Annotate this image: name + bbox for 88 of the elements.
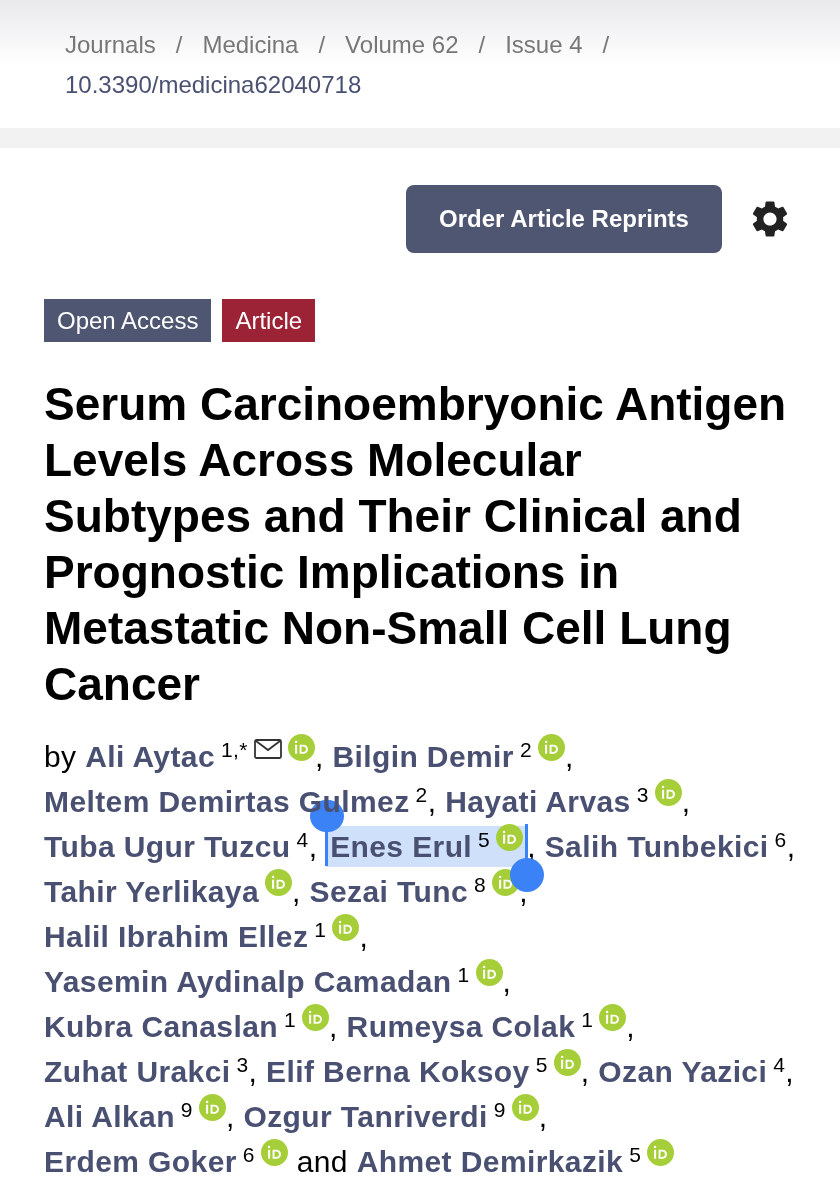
separator-text: , [681, 785, 691, 818]
separator-text: , [626, 1010, 636, 1043]
by-label: by [44, 740, 77, 773]
affiliation-number: 9 [493, 1097, 506, 1121]
breadcrumb-link[interactable]: Volume 62 [345, 28, 459, 62]
email-icon[interactable] [253, 739, 282, 759]
order-reprints-button[interactable]: Order Article Reprints [406, 185, 722, 253]
author-link[interactable]: Sezai Tunc [309, 875, 469, 908]
affiliation-number: 8 [474, 872, 487, 896]
orcid-icon[interactable] [654, 779, 682, 806]
orcid-icon[interactable] [287, 734, 315, 761]
author-link[interactable]: Kubra Canaslan [44, 1010, 278, 1043]
conjunction-text: and [296, 1145, 348, 1178]
breadcrumb-link[interactable]: Medicina [202, 28, 299, 62]
author-link[interactable]: Ahmet Demirkazik [356, 1145, 624, 1178]
author-link[interactable]: Yasemin Aydinalp Camadan [44, 965, 452, 998]
orcid-icon[interactable] [553, 1049, 581, 1076]
author-link[interactable]: Meltem Demirtas Gulmez [44, 785, 410, 818]
author-link[interactable]: Erdem Goker [44, 1145, 237, 1178]
author-link[interactable]: Rumeysa Colak [346, 1010, 576, 1043]
separator-text: , [308, 830, 318, 863]
affiliation-number: 5 [478, 827, 491, 851]
affiliation-number: 3 [636, 782, 649, 806]
orcid-icon[interactable] [260, 1139, 288, 1166]
separator-text: , [292, 875, 301, 908]
separator-text: , [248, 1055, 258, 1088]
author-link[interactable]: Tuba Ugur Tuzcu [44, 830, 291, 863]
separator-text: , [565, 740, 574, 773]
author-link[interactable]: Tahir Yerlikaya [44, 875, 260, 908]
separator-text: , [427, 785, 437, 818]
separator-text: , [359, 920, 369, 953]
author-link[interactable]: Ozan Yazici [598, 1055, 768, 1088]
author-link[interactable]: Ali Alkan [44, 1100, 175, 1133]
affiliation-number: 5 [535, 1052, 548, 1076]
orcid-icon[interactable] [198, 1094, 226, 1121]
affiliation-number: 1,* [221, 737, 248, 761]
affiliation-number: 1 [457, 962, 470, 986]
breadcrumb-separator: / [175, 30, 183, 60]
author-link[interactable]: Zuhat Urakci [44, 1055, 231, 1088]
author-link[interactable]: Salih Tunbekici [544, 830, 769, 863]
breadcrumb-link[interactable]: Journals [65, 28, 156, 62]
separator-text: , [519, 875, 528, 908]
separator-text: , [580, 1055, 590, 1088]
doi-text: 10.3390/medicina62040718 [65, 70, 363, 100]
breadcrumb-link[interactable]: Issue 4 [505, 28, 583, 62]
affiliation-number: 5 [629, 1142, 642, 1166]
orcid-icon[interactable] [647, 1139, 675, 1166]
separator-text: , [314, 740, 324, 773]
affiliation-number: 4 [773, 1052, 786, 1076]
orcid-icon[interactable] [475, 959, 503, 986]
separator-text: , [786, 830, 796, 863]
selection-end-handle[interactable] [510, 858, 545, 892]
author-link[interactable]: Enes Erul [330, 830, 473, 863]
affiliation-number: 1 [284, 1007, 297, 1031]
article-badge: Open Access [44, 299, 212, 342]
affiliation-number: 4 [296, 827, 309, 851]
breadcrumb-separator: / [478, 30, 486, 60]
affiliation-number: 1 [314, 917, 327, 941]
author-link[interactable]: Elif Berna Koksoy [266, 1055, 530, 1088]
orcid-icon[interactable] [265, 869, 293, 896]
author-link[interactable]: Hayati Arvas [445, 785, 631, 818]
orcid-icon[interactable] [302, 1004, 330, 1031]
affiliation-number: 6 [242, 1142, 255, 1166]
separator-text: , [225, 1100, 235, 1133]
article-title: Serum Carcinoembryonic Antigen Levels Across Molecular Subtypes and Their Clinical and Prognostic Implications in Metastatic Non-Small Cell Lung Cancer [44, 377, 788, 712]
separator-text: , [538, 1100, 548, 1133]
author-link[interactable]: Bilgin Demir [332, 740, 514, 773]
affiliation-number: 2 [519, 737, 532, 761]
affiliation-number: 2 [415, 782, 428, 806]
author-link[interactable]: Halil Ibrahim Ellez [44, 920, 309, 953]
orcid-icon[interactable] [511, 1094, 539, 1121]
orcid-icon[interactable] [496, 824, 524, 851]
breadcrumb-separator: / [602, 30, 610, 60]
orcid-icon[interactable] [538, 734, 565, 761]
orcid-icon[interactable] [332, 914, 360, 941]
article-badge: Article [222, 299, 316, 342]
affiliation-number: 3 [236, 1052, 249, 1076]
orcid-icon[interactable] [599, 1004, 627, 1031]
separator-text: , [329, 1010, 338, 1043]
orcid-icon[interactable] [492, 869, 520, 896]
affiliation-number: 1 [581, 1007, 594, 1031]
affiliation-number: 6 [774, 827, 787, 851]
separator-text: , [785, 1055, 795, 1088]
author-link[interactable]: Ozgur Tanriverdi [243, 1100, 488, 1133]
separator-text: , [502, 965, 512, 998]
breadcrumb-separator: / [318, 30, 326, 60]
affiliation-number: 9 [180, 1097, 193, 1121]
author-link[interactable]: Ali Aytac [85, 740, 215, 773]
